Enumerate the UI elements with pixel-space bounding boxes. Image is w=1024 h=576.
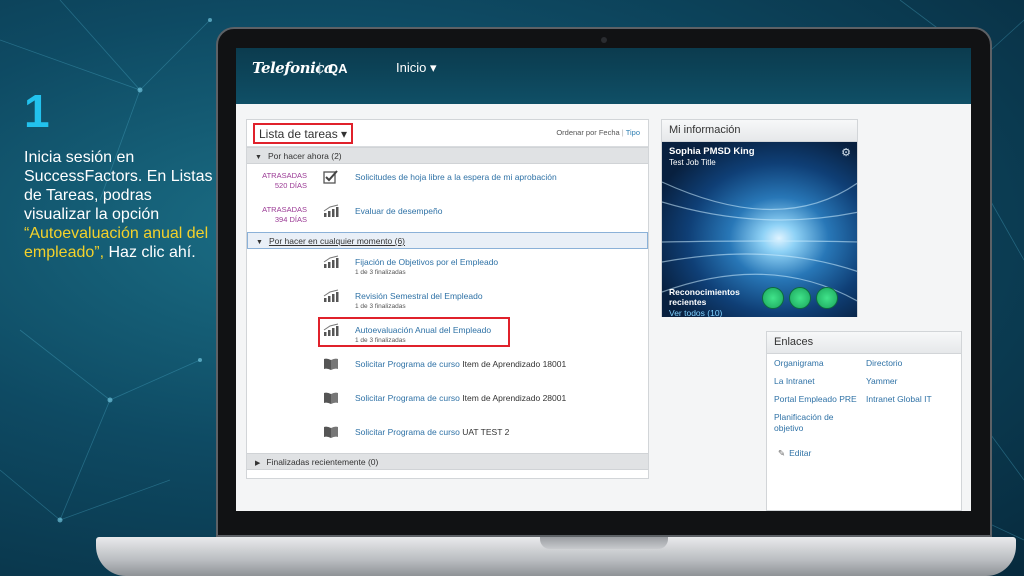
book-icon [324,358,338,370]
gear-icon[interactable]: ⚙ [841,146,851,159]
environment-label: QA [328,61,348,76]
app-header: Telefonica | QA Inicio ▾ [236,48,971,104]
course-request-link[interactable]: Solicitar Programa de curso [355,427,460,437]
link-yammer[interactable]: Yammer [866,376,898,387]
sort-separator: | [621,128,624,137]
overdue-status: ATRASADAS 520 DÍAS [247,171,307,191]
group-label: Por hacer ahora (2) [267,151,342,161]
performance-chart-icon [323,289,339,302]
overdue-status: ATRASADAS 394 DÍAS [247,205,307,225]
instructions-text: Inicia sesión en SuccessFactors. En List… [24,149,213,223]
recognitions-label: Reconocimientos recientes [669,287,740,307]
task-link-course-request[interactable]: Solicitar Programa de curso UAT TEST 2 [355,427,509,437]
view-all-link[interactable]: Ver todos (10) [669,308,722,317]
course-request-link[interactable]: Solicitar Programa de curso [355,359,460,369]
task-link-goal-setting[interactable]: Fijación de Objetivos por el Empleado [355,257,498,267]
course-item-name: Item de Aprendizado 18001 [459,359,567,369]
app-screen: Telefonica | QA Inicio ▾ Lista de tareas… [236,48,971,511]
home-content: Lista de tareas ▾ Ordenar por Fecha | Ti… [236,104,971,511]
profile-card: Sophia PMSD King Test Job Title ⚙ Recono… [662,142,857,317]
profile-job-title: Test Job Title [669,158,716,167]
sort-control: Ordenar por Fecha | Tipo [556,128,640,137]
task-row: ATRASADAS 520 DÍAS Solicitudes de hoja l… [247,164,648,198]
task-row-self-evaluation: Autoevaluación Anual del Empleado 1 de 3… [247,317,648,351]
links-panel: Enlaces Organigrama Directorio La Intran… [766,331,962,511]
checkbox-icon [323,170,338,184]
slide-instructions: Inicia sesión en SuccessFactors. En List… [24,148,220,262]
my-info-title: Mi información [662,120,857,142]
group-todo-anytime[interactable]: ▼ Por hacer en cualquier momento (6) [247,232,648,249]
nav-home-menu[interactable]: Inicio ▾ [396,60,437,76]
task-row: Fijación de Objetivos por el Empleado 1 … [247,249,648,283]
task-progress: 1 de 3 finalizadas [355,269,406,276]
link-org-chart[interactable]: Organigrama [774,358,824,369]
group-recently-completed[interactable]: ▶ Finalizadas recientemente (0) [247,453,648,470]
expand-arrow-icon: ▼ [256,239,263,246]
recognition-badge-icon[interactable] [789,287,811,309]
profile-name[interactable]: Sophia PMSD King [669,146,755,157]
group-label: Por hacer en cualquier momento (6) [268,236,406,246]
recognition-badge-icon[interactable] [816,287,838,309]
task-list-dropdown[interactable]: Lista de tareas ▾ [253,123,354,144]
course-item-name: UAT TEST 2 [459,427,510,437]
task-list-header: Lista de tareas ▾ Ordenar por Fecha | Ti… [247,120,648,147]
edit-links-button[interactable]: ✎ Editar [778,448,811,459]
link-intranet[interactable]: La Intranet [774,376,815,387]
collapse-arrow-icon: ▶ [255,460,261,467]
recognition-badge-icon[interactable] [762,287,784,309]
task-row: ATRASADAS 394 DÍAS Evaluar de desempeño [247,198,648,232]
edit-label: Editar [789,448,812,458]
book-icon [324,426,338,438]
task-progress: 1 de 3 finalizadas [355,303,406,310]
task-row: Solicitar Programa de curso Item de Apre… [247,351,648,385]
group-todo-now[interactable]: ▼ Por hacer ahora (2) [247,147,648,164]
task-link-leave-requests[interactable]: Solicitudes de hoja libre a la espera de… [355,172,557,182]
links-title: Enlaces [767,332,961,354]
task-link-semester-review[interactable]: Revisión Semestral del Empleado [355,291,483,301]
logo-separator: | [318,60,322,75]
instructions-text-end: Haz clic ahí. [104,244,196,261]
task-link-course-request[interactable]: Solicitar Programa de curso Item de Apre… [355,393,566,403]
sort-by-date[interactable]: Ordenar por Fecha [556,128,619,137]
link-global-intranet[interactable]: Intranet Global IT [866,394,932,405]
course-request-link[interactable]: Solicitar Programa de curso [355,393,460,403]
overdue-label: ATRASADAS [262,205,307,214]
group-label: Finalizadas recientemente (0) [266,457,379,467]
callout-highlight-box [318,317,510,347]
link-goal-planning[interactable]: Planificación de objetivo [774,412,854,434]
task-row: Solicitar Programa de curso Item de Apre… [247,385,648,419]
task-row: Solicitar Programa de curso UAT TEST 2 [247,419,648,453]
overdue-days: 394 DÍAS [274,215,307,224]
task-link-performance-review[interactable]: Evaluar de desempeño [355,206,442,216]
course-item-name: Item de Aprendizado 28001 [459,393,567,403]
my-info-panel: Mi información Sophia PMSD King Test Job… [661,119,858,317]
task-link-course-request[interactable]: Solicitar Programa de curso Item de Apre… [355,359,566,369]
book-icon [324,392,338,404]
overdue-label: ATRASADAS [262,171,307,180]
performance-chart-icon [323,204,339,217]
step-number: 1 [24,85,50,137]
link-employee-portal[interactable]: Portal Empleado PRE [774,394,857,405]
performance-chart-icon [323,255,339,268]
overdue-days: 520 DÍAS [274,181,307,190]
expand-arrow-icon: ▼ [255,154,262,161]
task-row: Revisión Semestral del Empleado 1 de 3 f… [247,283,648,317]
link-directory[interactable]: Directorio [866,358,902,369]
task-list-panel: Lista de tareas ▾ Ordenar por Fecha | Ti… [246,119,649,479]
sort-by-type[interactable]: Tipo [626,128,640,137]
pencil-icon: ✎ [778,448,786,458]
camera-icon [601,37,607,43]
laptop-notch [540,537,668,549]
